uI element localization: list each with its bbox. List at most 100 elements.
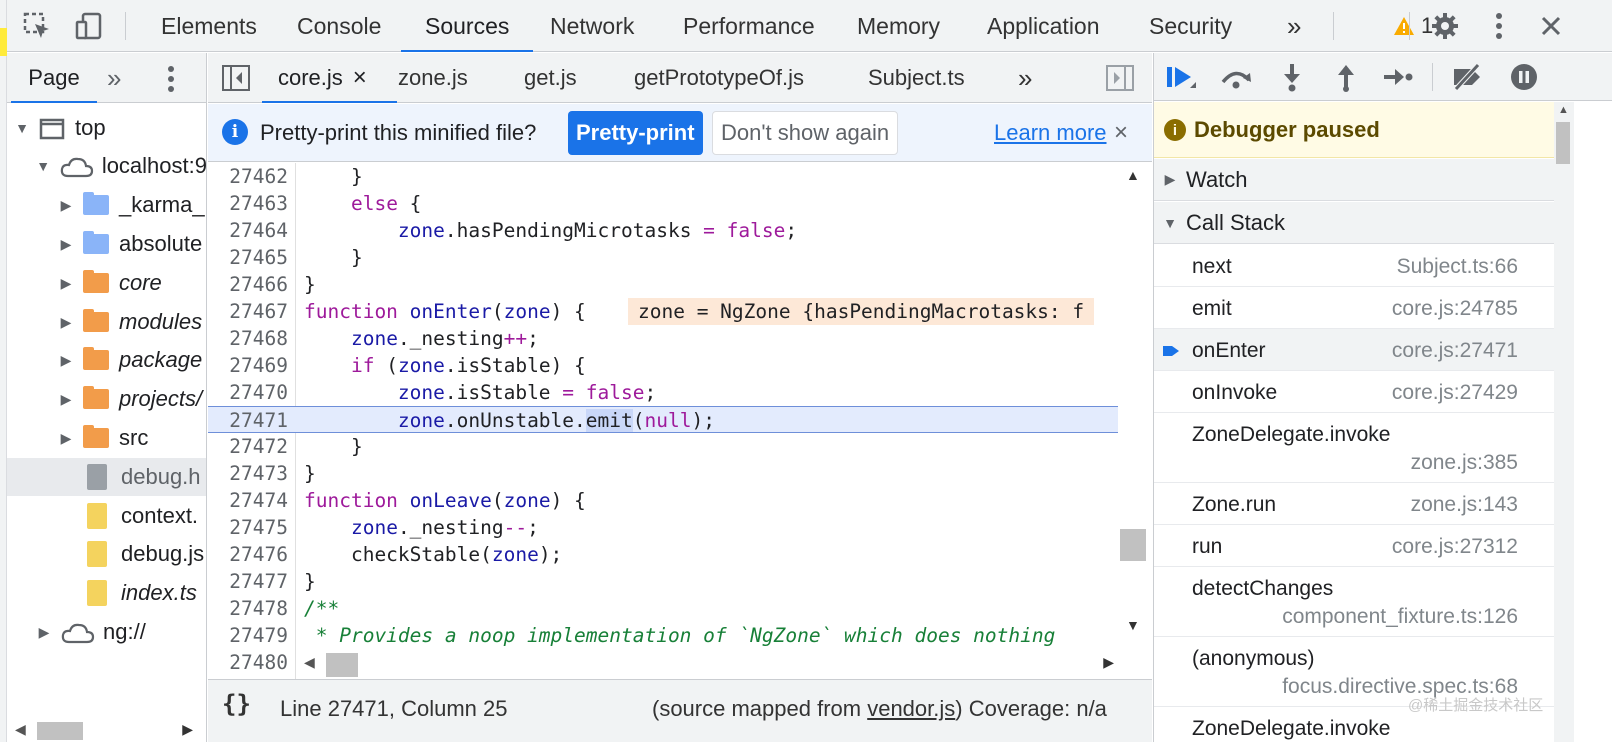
file-tab-core-js[interactable]: core.js × bbox=[262, 53, 397, 103]
call-frame-location[interactable]: zone.js:385 bbox=[1411, 451, 1518, 475]
line-number[interactable]: 27471 bbox=[208, 407, 288, 434]
tab-sources[interactable]: Sources bbox=[400, 0, 534, 52]
pause-on-exceptions-icon[interactable] bbox=[1504, 59, 1544, 95]
toggle-debugger-icon[interactable] bbox=[1106, 65, 1134, 96]
inspect-element-icon[interactable] bbox=[19, 8, 55, 44]
tree-item[interactable]: ▶ projects/ bbox=[7, 380, 206, 418]
navigator-tab-page[interactable]: Page bbox=[7, 53, 101, 103]
device-toggle-icon[interactable] bbox=[71, 8, 107, 44]
expand-arrow-icon[interactable]: ▶ bbox=[37, 624, 51, 641]
tree-item[interactable]: ▶ core bbox=[7, 264, 206, 302]
line-number[interactable]: 27468 bbox=[208, 325, 288, 352]
tab-console[interactable]: Console bbox=[297, 0, 381, 52]
call-frame-location[interactable]: Subject.ts:66 bbox=[1397, 255, 1518, 279]
collapse-arrow-icon[interactable]: ▼ bbox=[15, 120, 29, 136]
step-over-icon[interactable] bbox=[1216, 59, 1256, 95]
line-number[interactable]: 27466 bbox=[208, 271, 288, 298]
call-frame-location[interactable]: zone.js:143 bbox=[1411, 493, 1518, 517]
tab-security[interactable]: Security bbox=[1149, 0, 1232, 52]
expand-arrow-icon[interactable]: ▶ bbox=[59, 197, 73, 214]
more-files-button[interactable]: » bbox=[1018, 53, 1032, 103]
tab-application[interactable]: Application bbox=[987, 0, 1100, 52]
line-number[interactable]: 27478 bbox=[208, 595, 288, 622]
pretty-print-braces-button[interactable]: {} bbox=[222, 690, 251, 718]
tree-item[interactable]: ▶ modules bbox=[7, 303, 206, 341]
expand-arrow-icon[interactable]: ▶ bbox=[59, 430, 73, 447]
line-number[interactable]: 27473 bbox=[208, 460, 288, 487]
navigator-menu-icon[interactable] bbox=[167, 65, 175, 98]
call-frame[interactable]: onInvoke core.js:27429 bbox=[1154, 371, 1554, 413]
step-out-icon[interactable] bbox=[1326, 59, 1366, 95]
line-number[interactable]: 27479 bbox=[208, 622, 288, 649]
tree-item[interactable]: ▶ absolute bbox=[7, 225, 206, 263]
call-frame-location[interactable]: core.js:24785 bbox=[1392, 297, 1518, 321]
file-tab-get-js[interactable]: get.js bbox=[524, 53, 577, 103]
line-number[interactable]: 27462 bbox=[208, 163, 288, 190]
close-infobar-icon[interactable]: × bbox=[1114, 104, 1128, 162]
collapse-arrow-icon[interactable]: ▼ bbox=[36, 158, 50, 174]
tree-item[interactable]: debug.h bbox=[7, 458, 206, 496]
callstack-section-header[interactable]: ▼ Call Stack bbox=[1154, 202, 1554, 244]
call-frame[interactable]: detectChanges component_fixture.ts:126 bbox=[1154, 567, 1554, 637]
call-frame-location[interactable]: core.js:27429 bbox=[1392, 381, 1518, 405]
call-frame[interactable]: emit core.js:24785 bbox=[1154, 287, 1554, 329]
line-number[interactable]: 27474 bbox=[208, 487, 288, 514]
code-area[interactable]: 27462 } 27463 else { 27464 zone.hasPendi… bbox=[208, 163, 1152, 703]
step-icon[interactable] bbox=[1378, 59, 1418, 95]
close-devtools-icon[interactable] bbox=[1533, 8, 1569, 44]
tree-item[interactable]: ▶ src bbox=[7, 419, 206, 457]
more-tabs-button[interactable]: » bbox=[1287, 0, 1301, 52]
debugger-scrollbar[interactable]: ▲ bbox=[1554, 102, 1574, 742]
call-frame[interactable]: next Subject.ts:66 bbox=[1154, 245, 1554, 287]
navigator-horizontal-scrollbar[interactable]: ◀ ▶ bbox=[7, 718, 206, 742]
call-frame[interactable]: onEnter core.js:27471 bbox=[1154, 329, 1554, 371]
expand-arrow-icon[interactable]: ▶ bbox=[59, 236, 73, 253]
navigator-more-button[interactable]: » bbox=[107, 53, 121, 103]
tab-performance[interactable]: Performance bbox=[683, 0, 815, 52]
kebab-menu-icon[interactable] bbox=[1481, 8, 1517, 44]
line-number[interactable]: 27465 bbox=[208, 244, 288, 271]
tree-item[interactable]: ▶ ng:// bbox=[7, 613, 206, 651]
line-number[interactable]: 27477 bbox=[208, 568, 288, 595]
line-number[interactable]: 27464 bbox=[208, 217, 288, 244]
tree-item[interactable]: ▼ top bbox=[7, 109, 206, 147]
deactivate-breakpoints-icon[interactable] bbox=[1448, 59, 1488, 95]
expand-arrow-icon[interactable]: ▶ bbox=[59, 275, 73, 292]
step-into-icon[interactable] bbox=[1272, 59, 1312, 95]
tab-network[interactable]: Network bbox=[550, 0, 634, 52]
line-number[interactable]: 27467 bbox=[208, 298, 288, 325]
tree-item[interactable]: index.ts bbox=[7, 574, 206, 612]
call-frame[interactable]: run core.js:27312 bbox=[1154, 525, 1554, 567]
tree-item[interactable]: context. bbox=[7, 497, 206, 535]
tree-item[interactable]: ▼ localhost:9 bbox=[7, 147, 206, 185]
file-tab-getprototypeof-js[interactable]: getPrototypeOf.js bbox=[634, 53, 804, 103]
line-number[interactable]: 27472 bbox=[208, 433, 288, 460]
tree-item[interactable]: ▶ _karma_ bbox=[7, 186, 206, 224]
line-number[interactable]: 27475 bbox=[208, 514, 288, 541]
tree-item[interactable]: debug.js bbox=[7, 535, 206, 573]
line-number[interactable]: 27476 bbox=[208, 541, 288, 568]
expand-arrow-icon[interactable]: ▶ bbox=[59, 314, 73, 331]
editor-vertical-scrollbar[interactable]: ▲ ▼ bbox=[1118, 163, 1150, 703]
settings-gear-icon[interactable] bbox=[1427, 8, 1463, 44]
tree-item[interactable]: ▶ package bbox=[7, 341, 206, 379]
call-frame[interactable]: ZoneDelegate.invoke zone.js:385 bbox=[1154, 413, 1554, 483]
learn-more-link[interactable]: Learn more bbox=[994, 104, 1107, 162]
pretty-print-button[interactable]: Pretty-print bbox=[568, 111, 703, 155]
close-tab-icon[interactable]: × bbox=[353, 64, 367, 91]
file-tab-zone-js[interactable]: zone.js bbox=[398, 53, 468, 103]
line-number[interactable]: 27469 bbox=[208, 352, 288, 379]
line-number[interactable]: 27470 bbox=[208, 379, 288, 406]
call-frame[interactable]: Zone.run zone.js:143 bbox=[1154, 483, 1554, 525]
call-frame-location[interactable]: component_fixture.ts:126 bbox=[1282, 605, 1518, 629]
call-frame-location[interactable]: core.js:27471 bbox=[1392, 339, 1518, 363]
tab-memory[interactable]: Memory bbox=[857, 0, 940, 52]
resume-icon[interactable] bbox=[1160, 59, 1200, 95]
line-number[interactable]: 27480 bbox=[208, 649, 288, 676]
file-tab-subject-ts[interactable]: Subject.ts bbox=[868, 53, 965, 103]
tab-elements[interactable]: Elements bbox=[161, 0, 257, 52]
expand-arrow-icon[interactable]: ▶ bbox=[59, 391, 73, 408]
mapped-file-link[interactable]: vendor.js bbox=[867, 696, 955, 721]
call-frame-location[interactable]: core.js:27312 bbox=[1392, 535, 1518, 559]
toggle-navigator-icon[interactable] bbox=[222, 65, 250, 96]
